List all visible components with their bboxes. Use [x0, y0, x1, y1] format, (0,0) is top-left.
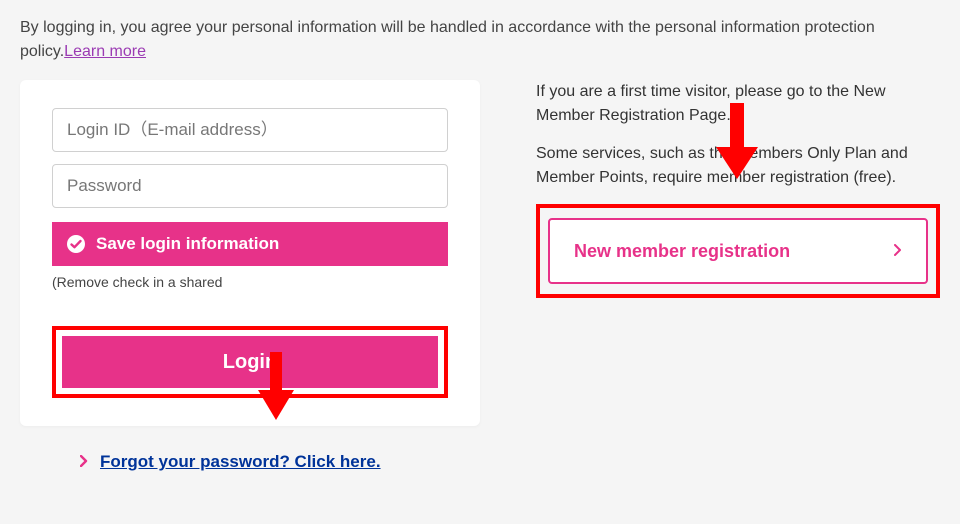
password-input[interactable]: [52, 164, 448, 208]
arrow-down-icon: [258, 352, 294, 427]
consent-text: By logging in, you agree your personal i…: [20, 16, 940, 64]
register-button[interactable]: New member registration: [548, 218, 928, 284]
login-button[interactable]: Login: [62, 336, 438, 388]
register-button-label: New member registration: [574, 241, 790, 262]
arrow-down-icon: [716, 103, 758, 186]
forgot-password-link[interactable]: Forgot your password? Click here.: [100, 452, 381, 472]
consent-body: By logging in, you agree your personal i…: [20, 19, 875, 60]
chevron-right-icon: [894, 243, 902, 259]
save-hint: (Remove check in a shared: [52, 274, 448, 290]
save-login-toggle[interactable]: Save login information: [52, 222, 448, 266]
forgot-password-row: Forgot your password? Click here.: [20, 452, 940, 472]
login-card: Save login information (Remove check in …: [20, 80, 480, 426]
learn-more-link[interactable]: Learn more: [64, 43, 146, 60]
login-button-highlight: Login: [52, 326, 448, 398]
chevron-right-icon: [80, 455, 88, 470]
login-id-input[interactable]: [52, 108, 448, 152]
register-button-highlight: New member registration: [536, 204, 940, 298]
save-login-label: Save login information: [96, 234, 279, 254]
checkmark-circle-icon: [66, 234, 86, 254]
